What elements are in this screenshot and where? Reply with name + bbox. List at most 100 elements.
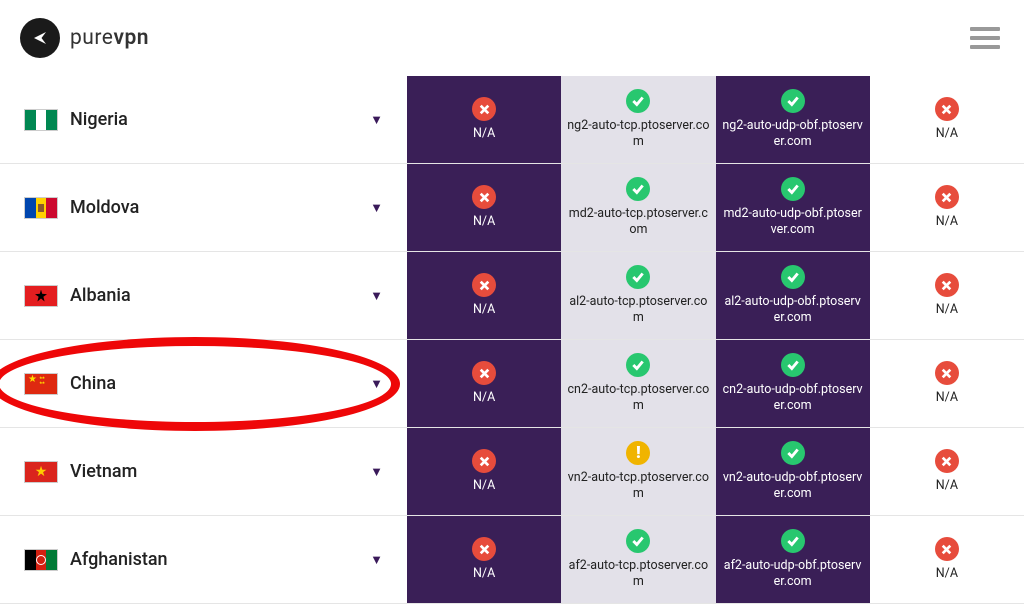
server-status-cell: N/A [407,164,561,251]
cross-icon [935,537,959,561]
server-status-cell: af2-auto-udp-obf.ptoserver.com [716,516,870,603]
server-address: N/A [936,214,958,230]
logo-text: purevpn [70,26,149,50]
server-status-cell: N/A [870,340,1024,427]
server-status-cell: ng2-auto-tcp.ptoserver.com [561,76,715,163]
country-cell[interactable]: ★Vietnam▼ [0,428,407,515]
country-cell[interactable]: Albania ▼ [0,252,407,339]
country-name: Albania [70,285,131,306]
table-row: China ▼ N/A cn2-auto-tcp.ptoserver.com cn2-a… [0,340,1024,428]
header: purevpn [0,0,1024,76]
menu-button[interactable] [970,27,1000,49]
server-address: af2-auto-tcp.ptoserver.com [567,558,709,589]
country-cell[interactable]: China ▼ [0,340,407,427]
server-address: al2-auto-udp-obf.ptoserver.com [722,294,864,325]
country-cell[interactable]: Nigeria ▼ [0,76,407,163]
table-row: Moldova▼ N/A md2-auto-tcp.ptoserver.com md2… [0,164,1024,252]
server-address: vn2-auto-udp-obf.ptoserver.com [722,470,864,501]
server-status-cell: md2-auto-tcp.ptoserver.com [561,164,715,251]
server-address: N/A [473,302,495,318]
logo-icon [20,18,60,58]
flag-icon [24,373,58,395]
check-icon [781,265,805,289]
server-status-cell: vn2-auto-udp-obf.ptoserver.com [716,428,870,515]
flag-icon [24,549,58,571]
warn-icon: ! [626,441,650,465]
flag-icon [24,285,58,307]
server-address: N/A [936,478,958,494]
logo[interactable]: purevpn [20,18,149,58]
server-status-cell: ng2-auto-udp-obf.ptoserver.com [716,76,870,163]
server-status-cell: N/A [870,252,1024,339]
cross-icon [472,97,496,121]
server-address: N/A [936,302,958,318]
server-status-cell: N/A [870,164,1024,251]
table-row: ★Vietnam▼N/A!vn2-auto-tcp.ptoserver.comv… [0,428,1024,516]
server-status-cell: cn2-auto-udp-obf.ptoserver.com [716,340,870,427]
country-cell[interactable]: Afghanistan ▼ [0,516,407,603]
server-status-cell: al2-auto-udp-obf.ptoserver.com [716,252,870,339]
table-row: Nigeria ▼ N/A ng2-auto-tcp.ptoserver.com ng2… [0,76,1024,164]
cross-icon [472,361,496,385]
check-icon [626,265,650,289]
check-icon [626,529,650,553]
country-cell[interactable]: Moldova▼ [0,164,407,251]
server-status-cell: N/A [407,516,561,603]
server-status-cell: N/A [870,516,1024,603]
cross-icon [472,449,496,473]
server-address: N/A [473,478,495,494]
cross-icon [472,273,496,297]
cross-icon [935,273,959,297]
server-address: cn2-auto-tcp.ptoserver.com [567,382,709,413]
chevron-down-icon: ▼ [370,200,383,216]
cross-icon [935,361,959,385]
chevron-down-icon: ▼ [370,464,383,480]
country-name: China [70,373,116,394]
chevron-down-icon: ▼ [370,376,383,392]
server-status-cell: N/A [407,428,561,515]
chevron-down-icon: ▼ [370,288,383,304]
table-row: Albania ▼ N/A al2-auto-tcp.ptoserver.com al2… [0,252,1024,340]
server-address: ng2-auto-tcp.ptoserver.com [567,118,709,149]
server-address: cn2-auto-udp-obf.ptoserver.com [722,382,864,413]
server-address: al2-auto-tcp.ptoserver.com [567,294,709,325]
server-address: md2-auto-tcp.ptoserver.com [567,206,709,237]
server-address: N/A [473,126,495,142]
arrow-icon [31,29,49,47]
server-status-cell: al2-auto-tcp.ptoserver.com [561,252,715,339]
chevron-down-icon: ▼ [370,552,383,568]
check-icon [781,353,805,377]
country-name: Vietnam [70,461,137,482]
server-address: vn2-auto-tcp.ptoserver.com [567,470,709,501]
server-status-cell: N/A [870,76,1024,163]
table-row: Afghanistan ▼ N/A af2-auto-tcp.ptoserver.co… [0,516,1024,604]
check-icon [781,177,805,201]
server-status-cell: af2-auto-tcp.ptoserver.com [561,516,715,603]
check-icon [781,441,805,465]
cross-icon [472,185,496,209]
server-address: N/A [936,390,958,406]
server-status-cell: md2-auto-udp-obf.ptoserver.com [716,164,870,251]
server-table: Nigeria ▼ N/A ng2-auto-tcp.ptoserver.com ng2… [0,76,1024,604]
country-name: Nigeria [70,109,128,130]
brand-bold: vpn [113,26,149,50]
chevron-down-icon: ▼ [370,112,383,128]
cross-icon [935,449,959,473]
server-status-cell: N/A [407,252,561,339]
server-address: N/A [473,214,495,230]
server-address: ng2-auto-udp-obf.ptoserver.com [722,118,864,149]
server-address: N/A [936,126,958,142]
check-icon [626,89,650,113]
server-address: N/A [473,566,495,582]
check-icon [781,89,805,113]
check-icon [626,353,650,377]
server-address: N/A [473,390,495,406]
server-status-cell: ! vn2-auto-tcp.ptoserver.com [561,428,715,515]
server-status-cell: cn2-auto-tcp.ptoserver.com [561,340,715,427]
cross-icon [472,537,496,561]
server-status-cell: N/A [407,76,561,163]
server-status-cell: N/A [407,340,561,427]
server-address: af2-auto-udp-obf.ptoserver.com [722,558,864,589]
country-name: Afghanistan [70,549,168,570]
server-address: md2-auto-udp-obf.ptoserver.com [722,206,864,237]
